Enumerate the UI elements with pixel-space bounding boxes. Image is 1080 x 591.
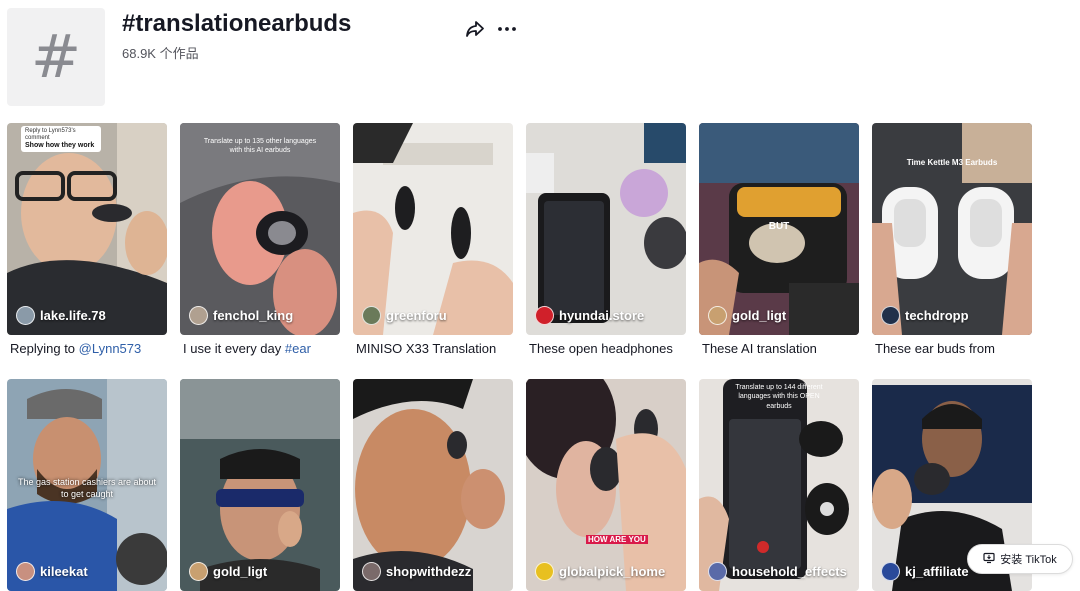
video-caption[interactable]: These AI translation bbox=[699, 341, 859, 356]
video-thumbnail[interactable]: Reply to Lynn573's comment Show how they … bbox=[7, 123, 167, 335]
video-thumbnail[interactable]: shopwithdezz bbox=[353, 379, 513, 591]
overlay-caption: HOW ARE YOU bbox=[586, 535, 648, 544]
author-avatar bbox=[362, 562, 381, 581]
video-author: kj_affiliate bbox=[881, 562, 969, 581]
video-author: household_effects bbox=[708, 562, 847, 581]
author-avatar bbox=[362, 306, 381, 325]
video-thumbnail[interactable]: BUT gold_ligt bbox=[699, 123, 859, 335]
hashtag-header: # #translationearbuds 68.9K 个作品 bbox=[7, 8, 607, 108]
reply-bubble: Reply to Lynn573's comment Show how they … bbox=[21, 126, 101, 152]
video-caption[interactable]: These ear buds from bbox=[872, 341, 1032, 356]
video-card[interactable]: greenforu MINISO X33 Translation bbox=[353, 123, 513, 356]
video-count: 68.9K 个作品 bbox=[122, 46, 199, 61]
video-author: shopwithdezz bbox=[362, 562, 471, 581]
caption-mention-link[interactable]: @Lynn573 bbox=[79, 341, 142, 356]
install-tiktok-button[interactable]: 安装 TikTok bbox=[967, 544, 1073, 574]
caption-hashtag-link[interactable]: #ear bbox=[285, 341, 311, 356]
video-thumbnail[interactable]: Translate up to 135 other languages with… bbox=[180, 123, 340, 335]
overlay-caption: The gas station cashiers are about to ge… bbox=[17, 477, 157, 499]
author-avatar bbox=[535, 306, 554, 325]
video-card[interactable]: HOW ARE YOU globalpick_home bbox=[526, 379, 686, 591]
video-author: globalpick_home bbox=[535, 562, 665, 581]
author-avatar bbox=[189, 306, 208, 325]
video-thumbnail[interactable]: The gas station cashiers are about to ge… bbox=[7, 379, 167, 591]
video-card[interactable]: gold_ligt bbox=[180, 379, 340, 591]
video-card[interactable]: Translate up to 135 other languages with… bbox=[180, 123, 340, 356]
video-caption[interactable]: These open headphones bbox=[526, 341, 686, 356]
overlay-caption: BUT bbox=[768, 221, 790, 232]
author-avatar bbox=[189, 562, 208, 581]
video-card[interactable]: shopwithdezz bbox=[353, 379, 513, 591]
video-author: gold_ligt bbox=[708, 306, 786, 325]
video-card[interactable]: Translate up to 144 different languages … bbox=[699, 379, 859, 591]
video-card[interactable]: hyundai.store These open headphones bbox=[526, 123, 686, 356]
video-thumbnail[interactable]: Translate up to 144 different languages … bbox=[699, 379, 859, 591]
author-avatar bbox=[16, 306, 35, 325]
video-card[interactable]: BUT gold_ligt These AI translation bbox=[699, 123, 859, 356]
video-author: fenchol_king bbox=[189, 306, 293, 325]
hashtag-avatar: # bbox=[7, 8, 105, 106]
author-avatar bbox=[881, 562, 900, 581]
video-author: hyundai.store bbox=[535, 306, 644, 325]
author-avatar bbox=[16, 562, 35, 581]
author-avatar bbox=[708, 562, 727, 581]
video-thumbnail[interactable]: gold_ligt bbox=[180, 379, 340, 591]
share-arrow-icon[interactable] bbox=[464, 18, 486, 40]
video-caption[interactable]: MINISO X33 Translation bbox=[353, 341, 513, 356]
author-avatar bbox=[535, 562, 554, 581]
video-caption[interactable]: Replying to @Lynn573 bbox=[7, 341, 167, 356]
video-card[interactable]: Reply to Lynn573's comment Show how they … bbox=[7, 123, 167, 356]
video-caption[interactable]: I use it every day #ear bbox=[180, 341, 340, 356]
overlay-caption: Time Kettle M3 Earbuds bbox=[906, 158, 998, 167]
author-avatar bbox=[881, 306, 900, 325]
video-author: greenforu bbox=[362, 306, 447, 325]
video-card[interactable]: Time Kettle M3 Earbuds techdropp These e… bbox=[872, 123, 1032, 356]
video-author: lake.life.78 bbox=[16, 306, 106, 325]
video-thumbnail[interactable]: hyundai.store bbox=[526, 123, 686, 335]
overlay-caption: Translate up to 144 different languages … bbox=[735, 384, 823, 410]
video-author: gold_ligt bbox=[189, 562, 267, 581]
page-title: #translationearbuds bbox=[122, 10, 352, 37]
video-author: techdropp bbox=[881, 306, 969, 325]
video-thumbnail[interactable]: Time Kettle M3 Earbuds techdropp bbox=[872, 123, 1032, 335]
more-dots-icon[interactable] bbox=[496, 18, 518, 40]
hashtag-symbol: # bbox=[30, 22, 82, 92]
overlay-caption: Translate up to 135 other languages with… bbox=[203, 138, 317, 155]
author-avatar bbox=[708, 306, 727, 325]
video-card[interactable]: The gas station cashiers are about to ge… bbox=[7, 379, 167, 591]
desktop-app-icon bbox=[983, 552, 995, 567]
install-label: 安装 TikTok bbox=[1000, 554, 1057, 566]
video-thumbnail[interactable]: HOW ARE YOU globalpick_home bbox=[526, 379, 686, 591]
video-author: kileekat bbox=[16, 562, 88, 581]
video-thumbnail[interactable]: greenforu bbox=[353, 123, 513, 335]
